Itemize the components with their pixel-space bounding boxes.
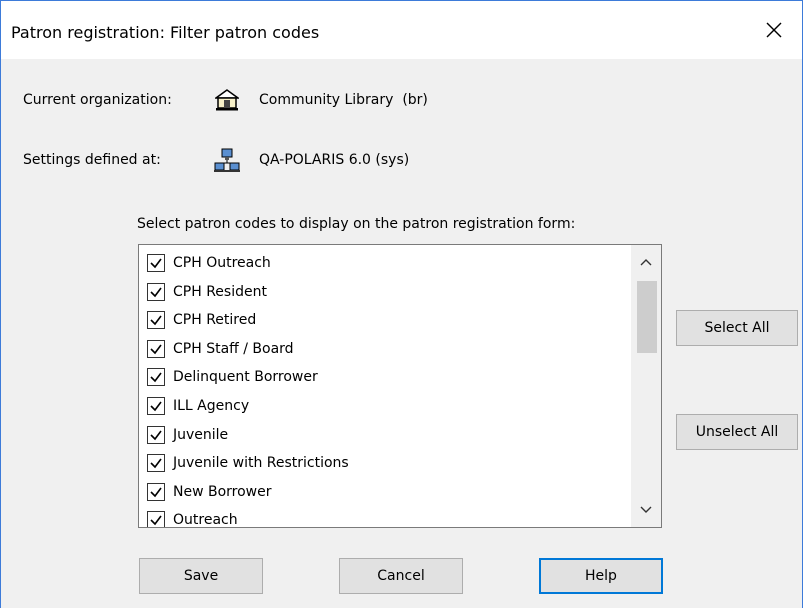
list-item[interactable]: CPH Resident xyxy=(147,280,267,304)
list-item[interactable]: New Borrower xyxy=(147,480,272,504)
patron-code-label: CPH Resident xyxy=(173,283,267,300)
help-button[interactable]: Help xyxy=(539,558,663,594)
checkmark-icon xyxy=(150,515,162,526)
list-item[interactable]: CPH Staff / Board xyxy=(147,337,294,361)
list-item[interactable]: ILL Agency xyxy=(147,394,249,418)
patron-code-checkbox[interactable] xyxy=(147,397,165,415)
chevron-down-icon xyxy=(640,506,652,513)
patron-code-label: CPH Outreach xyxy=(173,255,271,271)
checkmark-icon xyxy=(150,258,162,269)
patron-code-label: Juvenile with Restrictions xyxy=(173,455,349,472)
save-button[interactable]: Save xyxy=(139,558,263,594)
patron-code-label: Outreach xyxy=(173,512,238,528)
patron-code-label: Juvenile xyxy=(173,426,229,443)
title-bar: Patron registration: Filter patron codes xyxy=(1,1,802,59)
patron-code-checkbox[interactable] xyxy=(147,368,165,387)
instruction-text: Select patron codes to display on the pa… xyxy=(137,216,576,232)
scroll-down-button[interactable] xyxy=(631,497,661,523)
cancel-button[interactable]: Cancel xyxy=(339,558,463,594)
list-item[interactable]: Delinquent Borrower xyxy=(147,365,318,389)
checkmark-icon xyxy=(150,430,162,440)
dialog-window: Patron registration: Filter patron codes… xyxy=(0,0,803,608)
patron-code-label: CPH Staff / Board xyxy=(173,340,294,357)
list-item[interactable]: CPH Retired xyxy=(147,308,256,332)
patron-code-label: New Borrower xyxy=(173,483,272,500)
window-title: Patron registration: Filter patron codes xyxy=(11,23,320,42)
patron-code-checkbox[interactable] xyxy=(147,454,165,473)
scrollbar-thumb[interactable] xyxy=(637,281,657,353)
patron-code-checkbox[interactable] xyxy=(147,311,165,330)
close-icon xyxy=(766,22,782,38)
list-item[interactable]: Juvenile with Restrictions xyxy=(147,451,349,475)
checkmark-icon xyxy=(150,487,162,498)
patron-code-checkbox[interactable] xyxy=(147,482,165,501)
unselect-all-button[interactable]: Unselect All xyxy=(676,414,798,450)
settings-defined-value: QA-POLARIS 6.0 (sys) xyxy=(259,152,410,168)
vertical-scrollbar[interactable] xyxy=(631,245,661,527)
checkmark-icon xyxy=(150,372,162,383)
library-building-icon xyxy=(213,88,241,112)
checkmark-icon xyxy=(150,458,162,469)
settings-defined-label: Settings defined at: xyxy=(23,152,161,168)
close-button[interactable] xyxy=(746,1,802,59)
patron-code-checkbox[interactable] xyxy=(147,511,165,527)
patron-code-label: Delinquent Borrower xyxy=(173,369,318,386)
current-organization-value: Community Library (br) xyxy=(259,92,428,108)
network-computers-icon xyxy=(213,148,241,172)
checkmark-icon xyxy=(150,344,162,355)
checkmark-icon xyxy=(150,315,162,326)
settings-defined-row: Settings defined at: QA-POLARIS 6.0 (sys… xyxy=(23,148,409,172)
checkmark-icon xyxy=(150,287,162,297)
current-organization-label: Current organization: xyxy=(23,92,172,108)
list-item[interactable]: Outreach xyxy=(147,508,238,528)
list-item[interactable]: Juvenile xyxy=(147,423,228,447)
scroll-up-button[interactable] xyxy=(631,249,661,275)
patron-code-checkbox[interactable] xyxy=(147,425,165,444)
list-item[interactable]: CPH Outreach xyxy=(147,251,271,275)
patron-code-checkbox[interactable] xyxy=(147,339,165,358)
chevron-up-icon xyxy=(640,259,652,266)
select-all-button[interactable]: Select All xyxy=(676,310,798,346)
patron-code-checkbox[interactable] xyxy=(147,254,165,272)
current-organization-row: Current organization: Community Library … xyxy=(23,88,428,112)
patron-code-checkbox[interactable] xyxy=(147,282,165,301)
checkmark-icon xyxy=(150,401,162,412)
patron-code-label: CPH Retired xyxy=(173,312,257,329)
patron-codes-listbox[interactable]: CPH Outreach CPH Resident CPH Retired CPH S… xyxy=(138,244,662,528)
patron-code-label: ILL Agency xyxy=(173,398,250,414)
